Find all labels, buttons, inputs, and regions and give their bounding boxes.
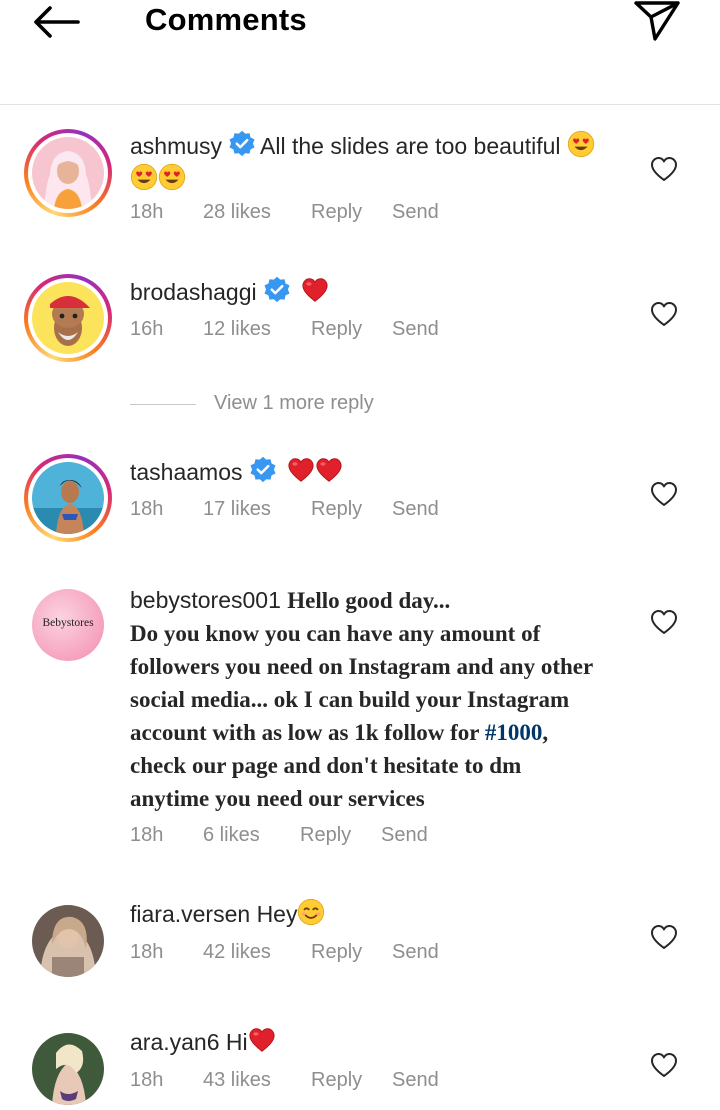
page-title: Comments <box>145 2 307 37</box>
reply-button[interactable]: Reply <box>311 201 362 224</box>
send-button[interactable]: Send <box>381 824 428 847</box>
comment-time: 18h <box>130 941 164 963</box>
comment-time: 18h <box>130 201 164 223</box>
comment-time: 18h <box>130 1069 164 1091</box>
comment-time: 18h <box>130 824 164 846</box>
avatar[interactable] <box>24 129 112 217</box>
send-icon <box>634 1 680 41</box>
reply-button[interactable]: Reply <box>311 1069 362 1092</box>
like-count[interactable]: 43 likes <box>203 1069 271 1092</box>
heart-outline-icon[interactable] <box>650 481 678 507</box>
like-count[interactable]: 42 likes <box>203 941 271 964</box>
send-button[interactable]: Send <box>392 201 439 224</box>
comment-text-line: check our page and don't hesitate to dm <box>130 753 522 778</box>
comment-username[interactable]: fiara.versen <box>130 901 250 927</box>
send-button[interactable]: Send <box>392 498 439 521</box>
like-count[interactable]: 6 likes <box>203 824 260 847</box>
back-arrow-icon <box>34 6 80 38</box>
heart-outline-icon[interactable] <box>650 301 678 327</box>
avatar[interactable]: Bebystores <box>32 589 104 661</box>
hashtag-link[interactable]: #1000 <box>485 720 543 745</box>
like-count[interactable]: 17 likes <box>203 498 271 521</box>
red-heart-emoji <box>287 457 315 483</box>
avatar[interactable] <box>24 274 112 362</box>
comment-text-line: Do you know you can have any amount of <box>130 621 541 646</box>
reply-button[interactable]: Reply <box>311 941 362 964</box>
heart-eyes-emoji <box>130 163 158 191</box>
comment-text-line: Hello good day... <box>287 588 451 613</box>
divider <box>130 404 196 405</box>
comment-username[interactable]: bebystores001 <box>130 587 281 613</box>
verified-badge-icon <box>249 456 277 484</box>
heart-outline-icon[interactable] <box>650 156 678 182</box>
comment-text-line: account with as low as 1k follow for <box>130 720 485 745</box>
reply-button[interactable]: Reply <box>311 318 362 341</box>
share-button[interactable] <box>632 0 682 42</box>
comment-text: All the slides are too beautiful <box>260 133 561 159</box>
comment-text: Hey <box>256 901 298 927</box>
heart-outline-icon[interactable] <box>650 1052 678 1078</box>
heart-outline-icon[interactable] <box>650 609 678 635</box>
avatar-label: Bebystores <box>42 617 94 629</box>
verified-badge-icon <box>263 276 291 304</box>
comment-time: 16h <box>130 318 164 340</box>
like-count[interactable]: 12 likes <box>203 318 271 341</box>
comment-username[interactable]: ashmusy <box>130 133 222 159</box>
reply-button[interactable]: Reply <box>300 824 351 847</box>
comment-text-punct: , <box>542 720 549 745</box>
reply-button[interactable]: Reply <box>311 498 362 521</box>
red-heart-emoji <box>248 1027 276 1053</box>
comment-username[interactable]: brodashaggi <box>130 279 257 305</box>
avatar[interactable] <box>32 1033 104 1105</box>
top-bar: Comments <box>0 0 720 105</box>
avatar[interactable] <box>24 454 112 542</box>
avatar[interactable] <box>32 905 104 977</box>
back-button[interactable] <box>30 2 82 42</box>
verified-badge-icon <box>228 130 256 158</box>
heart-eyes-emoji <box>158 163 186 191</box>
red-heart-emoji <box>301 277 329 303</box>
heart-eyes-emoji <box>567 130 595 158</box>
like-count[interactable]: 28 likes <box>203 201 271 224</box>
comment-text-line: followers you need on Instagram and any … <box>130 654 594 679</box>
comment-text: Hi <box>225 1029 248 1055</box>
send-button[interactable]: Send <box>392 1069 439 1092</box>
send-button[interactable]: Send <box>392 318 439 341</box>
view-more-replies-label[interactable]: View 1 more reply <box>214 392 374 415</box>
comment-time: 18h <box>130 498 164 520</box>
comment-username[interactable]: ara.yan6 <box>130 1029 220 1055</box>
red-heart-emoji <box>315 457 343 483</box>
smiling-emoji <box>297 898 325 926</box>
comment-username[interactable]: tashaamos <box>130 459 243 485</box>
send-button[interactable]: Send <box>392 941 439 964</box>
comment-text-line: social media... ok I can build your Inst… <box>130 687 570 712</box>
comment-text-line: anytime you need our services <box>130 786 425 811</box>
heart-outline-icon[interactable] <box>650 924 678 950</box>
